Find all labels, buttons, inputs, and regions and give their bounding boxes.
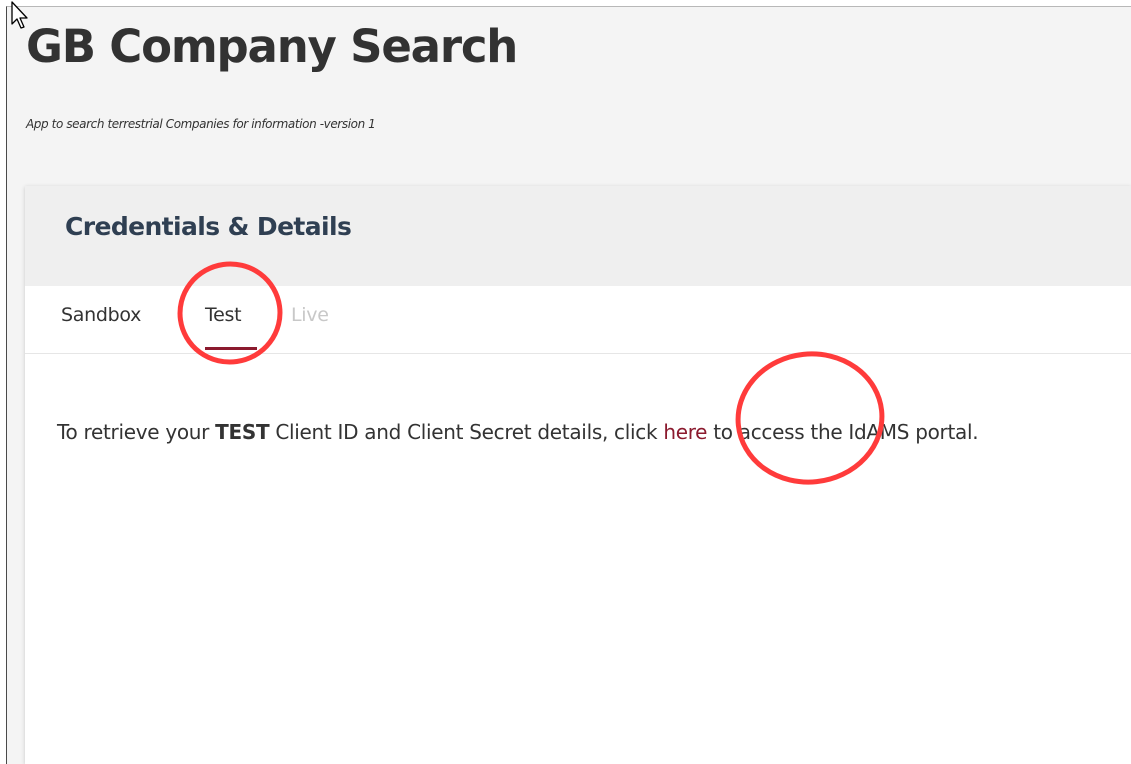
instructions-suffix: to access the IdAMS portal.: [707, 420, 979, 444]
instructions-prefix: To retrieve your: [57, 420, 216, 444]
environment-name: TEST: [215, 420, 270, 444]
tab-live[interactable]: Live: [291, 304, 329, 326]
card-header: Credentials & Details: [25, 186, 1131, 286]
tab-sandbox[interactable]: Sandbox: [61, 304, 141, 326]
tab-test[interactable]: Test: [205, 304, 242, 326]
active-tab-indicator: [205, 347, 257, 350]
idams-portal-link[interactable]: here: [663, 420, 707, 444]
card-title: Credentials & Details: [65, 212, 352, 241]
credentials-card: Credentials & Details Sandbox Test Live …: [25, 186, 1131, 764]
environment-tabs: Sandbox Test Live: [25, 286, 1131, 354]
page-title: GB Company Search: [26, 20, 518, 73]
instructions-middle: Client ID and Client Secret details, cli…: [269, 420, 664, 444]
credentials-instructions: To retrieve your TEST Client ID and Clie…: [57, 416, 1057, 448]
page-subtitle: App to search terrestrial Companies for …: [26, 117, 376, 131]
